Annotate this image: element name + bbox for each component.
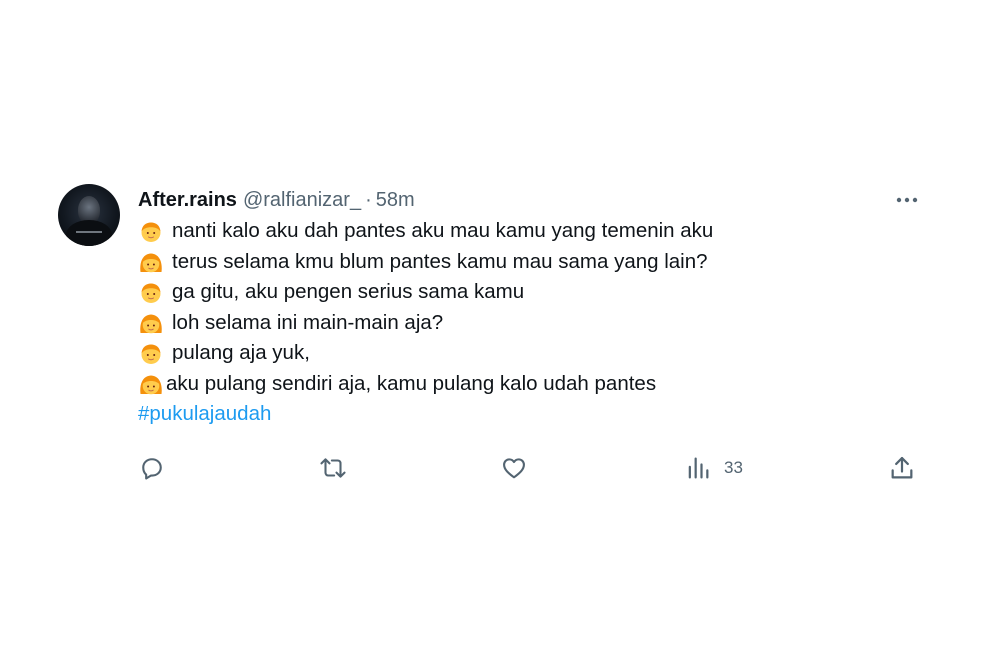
hashtag-link[interactable]: #pukulajaudah xyxy=(138,402,271,426)
retweet-button[interactable] xyxy=(318,450,348,486)
views-count: 33 xyxy=(724,458,743,477)
tweet-header: After.rains @ralfianizar_ · 58m xyxy=(138,184,928,216)
retweet-icon xyxy=(320,458,346,478)
line-text: loh selama ini main-main aja? xyxy=(172,310,444,334)
line-text: ga gitu, aku pengen serius sama kamu xyxy=(172,280,525,304)
hashtag-line: #pukulajaudah xyxy=(138,399,928,430)
girl-emoji xyxy=(138,372,164,396)
like-button[interactable] xyxy=(500,450,528,486)
boy-emoji xyxy=(138,219,164,243)
heart-icon xyxy=(503,458,525,479)
reply-icon xyxy=(142,458,162,480)
boy-emoji xyxy=(138,280,164,304)
avatar-caption-line xyxy=(76,231,102,233)
share-icon xyxy=(891,456,913,479)
girl-emoji xyxy=(138,250,164,274)
tweet-line: nanti kalo aku dah pantes aku mau kamu y… xyxy=(138,216,928,247)
boy-emoji xyxy=(138,341,164,365)
reply-button[interactable] xyxy=(138,450,166,486)
timestamp[interactable]: 58m xyxy=(376,189,415,212)
tweet-content: After.rains @ralfianizar_ · 58m nanti ka… xyxy=(138,184,928,480)
tweet-line: loh selama ini main-main aja? xyxy=(138,308,928,339)
girl-emoji xyxy=(138,311,164,335)
line-text: aku pulang sendiri aja, kamu pulang kalo… xyxy=(166,371,657,395)
more-options-button[interactable] xyxy=(894,188,920,212)
avatar-shoulders xyxy=(66,220,112,246)
avatar[interactable] xyxy=(58,184,120,246)
tweet-line: terus selama kmu blum pantes kamu mau sa… xyxy=(138,247,928,278)
analytics-icon xyxy=(688,457,709,479)
line-text: pulang aja yuk, xyxy=(172,341,310,365)
tweet-line: pulang aja yuk, xyxy=(138,338,928,369)
views-button[interactable]: 33 xyxy=(684,450,743,486)
more-horizontal-icon xyxy=(896,197,918,203)
separator-dot: · xyxy=(365,188,372,211)
tweet-actions: 33 xyxy=(138,450,928,486)
author-handle[interactable]: @ralfianizar_ xyxy=(243,189,361,212)
share-button[interactable] xyxy=(888,450,916,486)
line-text: nanti kalo aku dah pantes aku mau kamu y… xyxy=(172,219,714,243)
tweet-line: aku pulang sendiri aja, kamu pulang kalo… xyxy=(138,369,928,400)
tweet-text: nanti kalo aku dah pantes aku mau kamu y… xyxy=(138,216,928,430)
tweet-line: ga gitu, aku pengen serius sama kamu xyxy=(138,277,928,308)
author-name[interactable]: After.rains xyxy=(138,189,237,212)
line-text: terus selama kmu blum pantes kamu mau sa… xyxy=(172,249,708,273)
